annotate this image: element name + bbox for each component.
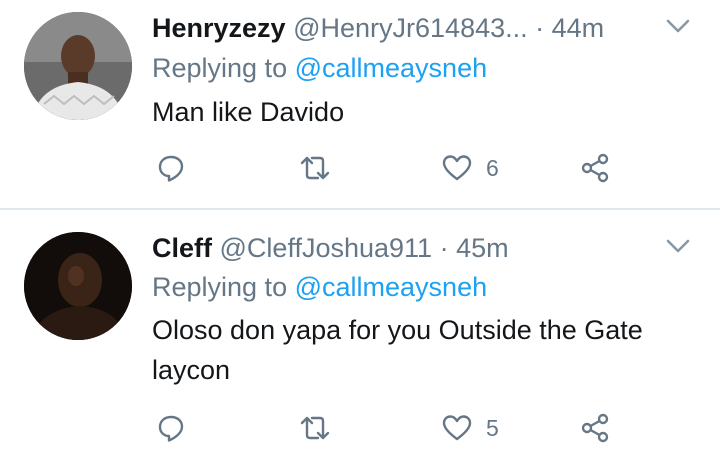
tweet-text: Oloso don yapa for you Outside the Gate …	[152, 315, 643, 385]
retweet-icon	[300, 156, 330, 180]
like-count: 5	[486, 414, 499, 441]
chevron-down-icon[interactable]	[665, 16, 691, 36]
replying-to: Replying to @callmeaysneh	[152, 269, 487, 305]
retweet-button[interactable]	[298, 146, 332, 190]
reply-button[interactable]	[156, 406, 186, 450]
display-name[interactable]: Cleff	[152, 233, 212, 263]
like-count: 6	[486, 154, 499, 181]
reply-icon	[158, 155, 184, 182]
like-button[interactable]: 6	[442, 146, 499, 190]
share-icon	[581, 153, 609, 183]
retweet-button[interactable]	[298, 406, 332, 450]
display-name[interactable]: Henryzezy	[152, 13, 286, 43]
tweet-actions: 5	[152, 406, 652, 450]
tweet-header: Cleff @CleffJoshua911 · 45m	[152, 228, 509, 268]
heart-icon	[442, 415, 472, 441]
share-icon	[581, 413, 609, 443]
mention-link[interactable]: @callmeaysneh	[295, 53, 488, 83]
timestamp[interactable]: · 45m	[440, 233, 509, 263]
avatar[interactable]	[24, 232, 132, 340]
reply-button[interactable]	[156, 146, 186, 190]
retweet-icon	[300, 416, 330, 440]
mention-link[interactable]: @callmeaysneh	[295, 272, 488, 302]
replying-prefix: Replying to	[152, 53, 288, 83]
chevron-down-icon[interactable]	[665, 236, 691, 256]
tweet-header: Henryzezy @HenryJr614843... · 44m	[152, 8, 604, 48]
tweet[interactable]: Cleff @CleffJoshua911 · 45m Replying to …	[0, 210, 720, 468]
user-handle[interactable]: @CleffJoshua911	[220, 233, 433, 263]
share-button[interactable]	[580, 146, 610, 190]
tweet[interactable]: Henryzezy @HenryJr614843... · 44m Replyi…	[0, 0, 720, 208]
heart-icon	[442, 155, 472, 181]
tweet-actions: 6	[152, 146, 652, 190]
avatar[interactable]	[24, 12, 132, 120]
like-button[interactable]: 5	[442, 406, 499, 450]
replying-prefix: Replying to	[152, 272, 288, 302]
share-button[interactable]	[580, 406, 610, 450]
replying-to: Replying to @callmeaysneh	[152, 50, 487, 86]
user-handle[interactable]: @HenryJr614843...	[293, 13, 528, 43]
tweet-text: Man like Davido	[152, 97, 345, 127]
timestamp[interactable]: · 44m	[535, 13, 604, 43]
reply-icon	[158, 415, 184, 442]
